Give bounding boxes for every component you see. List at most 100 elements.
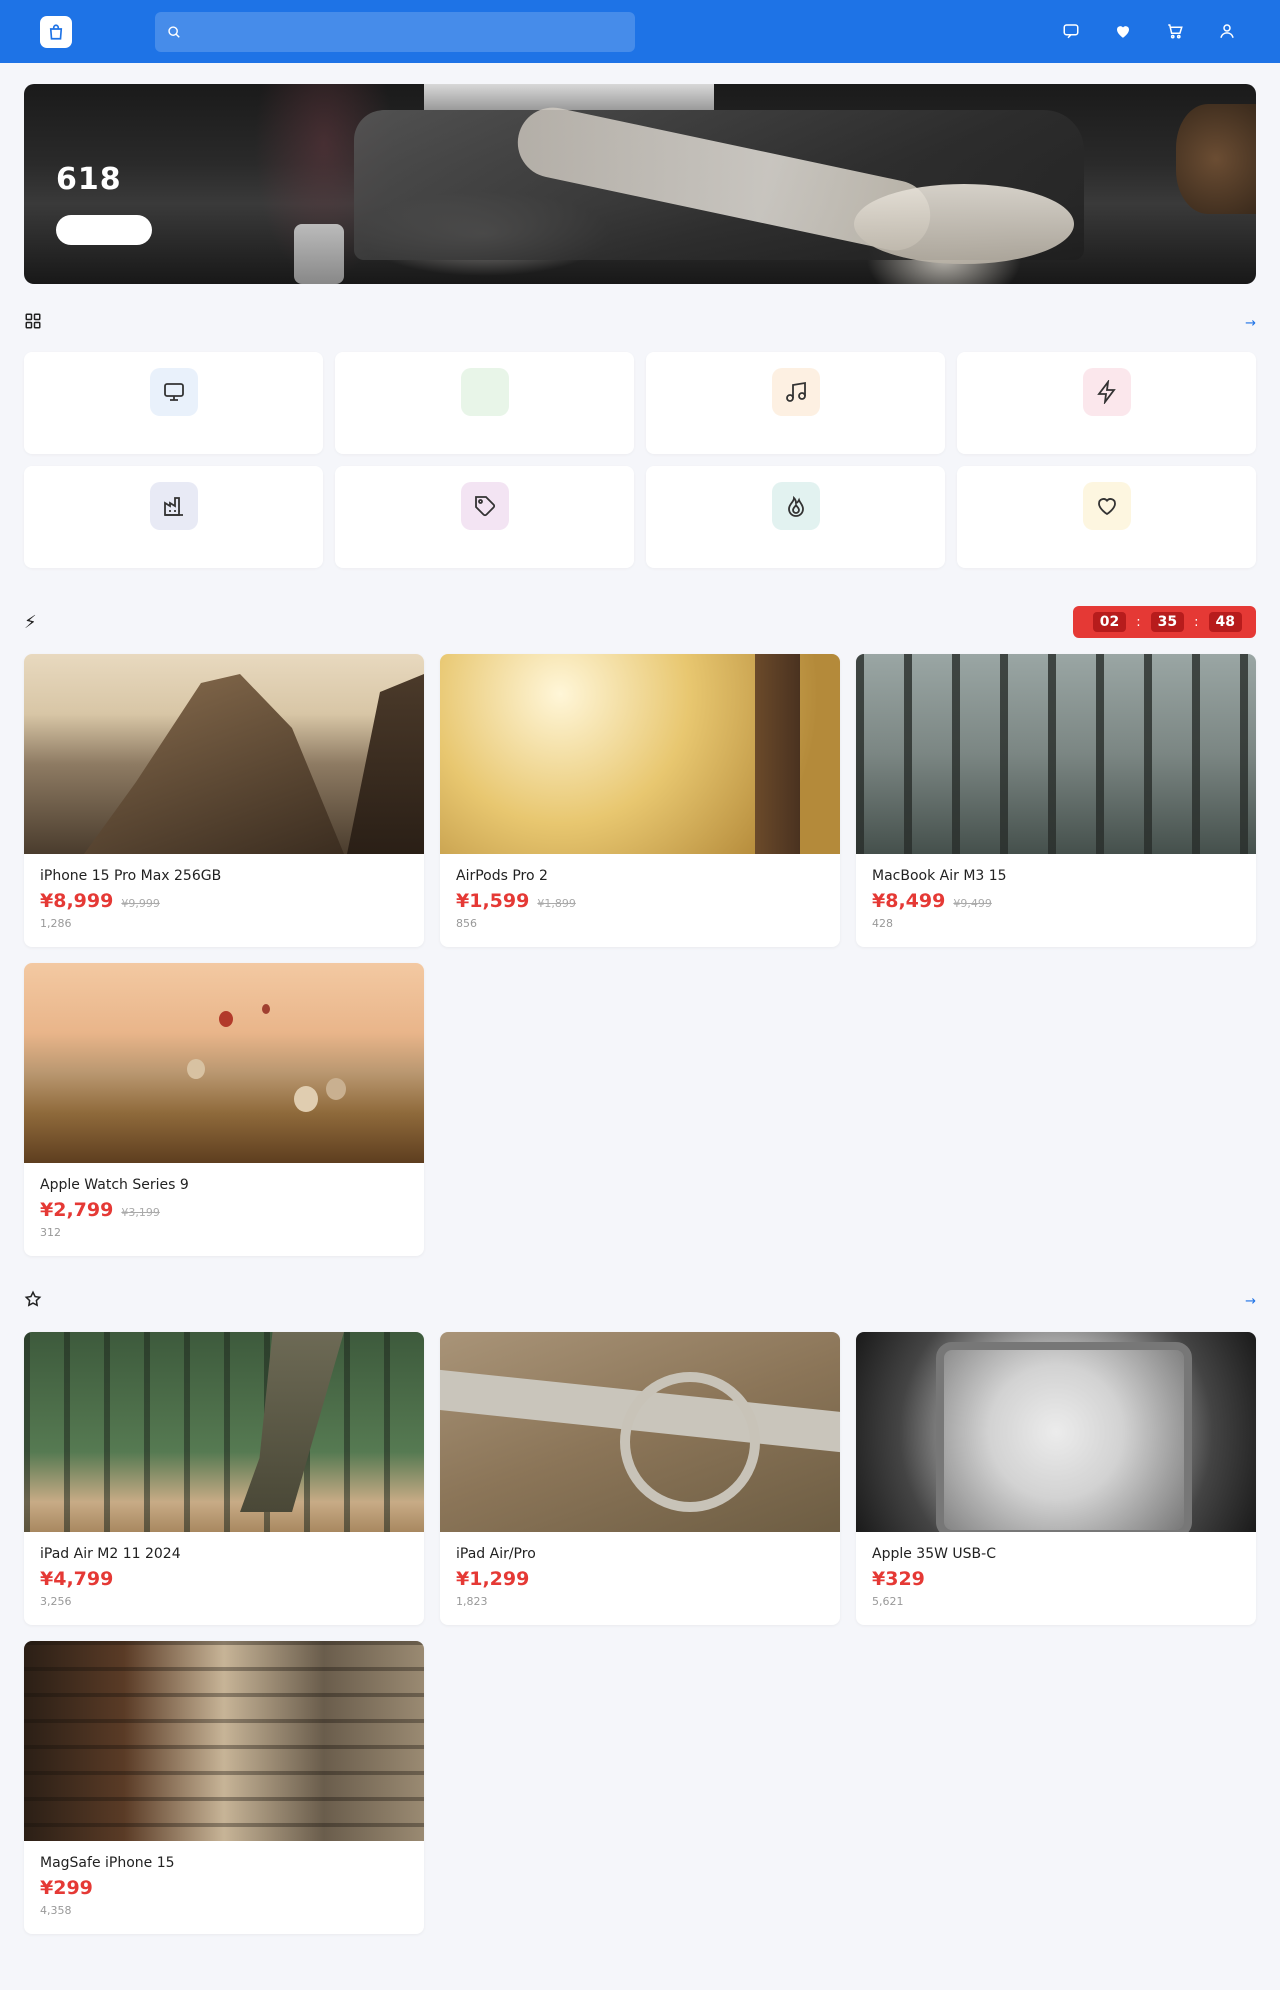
product-price: ¥2,799 [40, 1199, 114, 1221]
categories-title [24, 312, 50, 335]
product-name: Apple 35W USB-C [872, 1546, 996, 1562]
recommended-header: → [24, 1290, 1256, 1313]
categories-header: → [24, 312, 1256, 335]
product-info: Apple 35W USB-C ¥329 5,621 [856, 1532, 1256, 1622]
bag-icon [40, 16, 72, 48]
product-sold-count: 3,256 [40, 1595, 72, 1608]
product-original-price: ¥3,199 [121, 1206, 160, 1219]
product-card[interactable]: iPhone 15 Pro Max 256GB ¥8,999 ¥9,999 1,… [24, 654, 424, 947]
message-icon[interactable] [1060, 19, 1082, 43]
product-original-price: ¥9,499 [953, 897, 992, 910]
music-icon [771, 368, 820, 416]
heart-icon[interactable] [1112, 19, 1134, 43]
product-name: AirPods Pro 2 [456, 868, 548, 884]
product-card[interactable]: MacBook Air M3 15 ¥8,499 ¥9,499 428 [856, 654, 1256, 947]
product-card[interactable]: MagSafe iPhone 15 ¥299 4,358 [24, 1641, 424, 1934]
product-info: AirPods Pro 2 ¥1,599 ¥1,899 856 [440, 854, 840, 944]
banner-title: 618 [56, 162, 122, 197]
product-name: Apple Watch Series 9 [40, 1177, 189, 1193]
product-sold-count: 312 [40, 1226, 61, 1239]
product-price: ¥329 [872, 1568, 925, 1590]
search-input[interactable] [189, 24, 609, 40]
product-card[interactable]: AirPods Pro 2 ¥1,599 ¥1,899 856 [440, 654, 840, 947]
banner-image-window [424, 84, 714, 110]
banner-text: 618 [56, 162, 152, 249]
product-image [440, 1332, 840, 1532]
price-row: ¥4,799 [40, 1568, 408, 1590]
factory-icon [149, 482, 198, 530]
countdown-timer: 02 : 35 : 48 [1072, 606, 1256, 638]
product-image [24, 654, 424, 854]
recommended-grid: iPad Air M2 11 2024 ¥4,799 3,256 iPad Ai… [24, 1332, 1256, 1934]
product-name: MagSafe iPhone 15 [40, 1855, 175, 1871]
category-item[interactable] [646, 466, 945, 568]
product-image [24, 1641, 424, 1841]
product-card[interactable]: iPad Air M2 11 2024 ¥4,799 3,256 [24, 1332, 424, 1625]
category-item[interactable] [335, 466, 634, 568]
recommended-more-link[interactable]: → [1245, 1294, 1256, 1309]
price-row: ¥1,299 [456, 1568, 824, 1590]
product-price: ¥1,299 [456, 1568, 530, 1590]
flash-sale-header: ⚡ 02 : 35 : 48 [24, 606, 1256, 638]
product-card[interactable]: iPad Air/Pro ¥1,299 1,823 [440, 1332, 840, 1625]
price-row: ¥299 [40, 1877, 408, 1899]
product-sold-count: 856 [456, 917, 477, 930]
product-image [856, 654, 1256, 854]
product-sold-count: 1,286 [40, 917, 72, 930]
blank-icon [460, 368, 509, 416]
banner-image-vase [294, 224, 344, 284]
product-price: ¥299 [40, 1877, 93, 1899]
user-icon[interactable] [1216, 19, 1238, 43]
category-item[interactable] [957, 352, 1256, 454]
recommended-title [24, 1290, 50, 1313]
product-original-price: ¥9,999 [121, 897, 160, 910]
product-image [24, 963, 424, 1163]
product-price: ¥8,999 [40, 890, 114, 912]
price-row: ¥1,599 ¥1,899 [456, 890, 824, 912]
product-info: Apple Watch Series 9 ¥2,799 ¥3,199 312 [24, 1163, 424, 1253]
price-row: ¥2,799 ¥3,199 [40, 1199, 408, 1221]
promo-banner[interactable]: 618 [24, 84, 1256, 284]
star-icon [24, 1290, 42, 1313]
product-image [856, 1332, 1256, 1532]
top-header [0, 0, 1280, 63]
product-name: iPad Air/Pro [456, 1546, 536, 1562]
product-info: iPhone 15 Pro Max 256GB ¥8,999 ¥9,999 1,… [24, 854, 424, 944]
product-image [440, 654, 840, 854]
banner-image-pillow [854, 184, 1074, 264]
product-sold-count: 428 [872, 917, 893, 930]
product-info: MacBook Air M3 15 ¥8,499 ¥9,499 428 [856, 854, 1256, 944]
product-card[interactable]: Apple 35W USB-C ¥329 5,621 [856, 1332, 1256, 1625]
category-item[interactable] [24, 466, 323, 568]
search-icon [168, 26, 180, 38]
categories-more-link[interactable]: → [1245, 316, 1256, 331]
tag-icon [460, 482, 509, 530]
product-name: MacBook Air M3 15 [872, 868, 1007, 884]
product-image [24, 1332, 424, 1532]
search-bar[interactable] [155, 12, 635, 52]
cart-icon[interactable] [1164, 19, 1186, 43]
category-item[interactable] [335, 352, 634, 454]
category-item[interactable] [646, 352, 945, 454]
product-price: ¥4,799 [40, 1568, 114, 1590]
heart-outline-icon [1082, 482, 1131, 530]
countdown-minutes: 35 [1150, 612, 1185, 632]
countdown-separator: : [1194, 614, 1199, 630]
product-name: iPhone 15 Pro Max 256GB [40, 868, 222, 884]
countdown-separator: : [1136, 614, 1141, 630]
flash-sale-grid: iPhone 15 Pro Max 256GB ¥8,999 ¥9,999 1,… [24, 654, 1256, 1256]
price-row: ¥329 [872, 1568, 1240, 1590]
brand[interactable] [40, 16, 80, 48]
category-item[interactable] [24, 352, 323, 454]
category-item[interactable] [957, 466, 1256, 568]
flame-icon [771, 482, 820, 530]
product-sold-count: 4,358 [40, 1904, 72, 1917]
header-actions [1060, 19, 1238, 43]
lightning-icon [1082, 368, 1131, 416]
product-original-price: ¥1,899 [537, 897, 576, 910]
banner-shop-button[interactable] [56, 215, 152, 245]
grid-icon [24, 312, 42, 335]
category-grid [24, 352, 1256, 568]
product-card[interactable]: Apple Watch Series 9 ¥2,799 ¥3,199 312 [24, 963, 424, 1256]
countdown-seconds: 48 [1208, 612, 1242, 632]
